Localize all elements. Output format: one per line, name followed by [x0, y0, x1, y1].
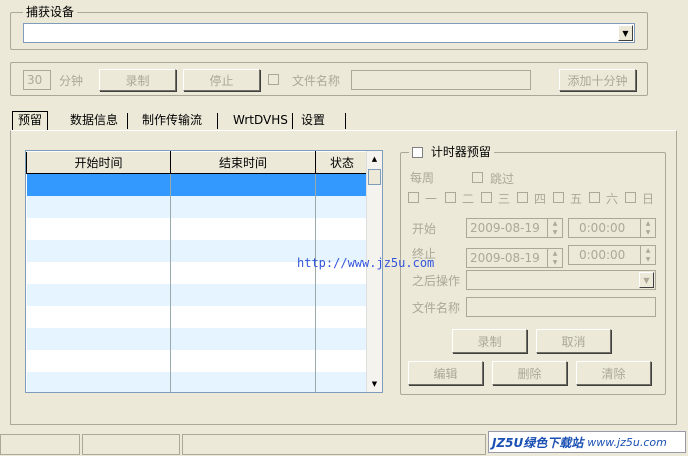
after-action-select[interactable]: ▼: [466, 270, 656, 290]
day-checkbox-fri[interactable]: [553, 192, 564, 203]
day-label-tue: 二: [462, 192, 475, 206]
day-label-sun: 日: [642, 192, 655, 206]
spin-down-icon[interactable]: ▼: [548, 258, 562, 267]
day-checkbox-thu[interactable]: [517, 192, 528, 203]
capture-device-select[interactable]: ▼: [23, 23, 635, 43]
brand-logo: JZ5U绿色下载站 www.jz5u.com: [488, 431, 686, 453]
tab-separator: [217, 113, 218, 129]
watermark-url: http://www.jz5u.com: [297, 256, 435, 270]
spin-down-icon[interactable]: ▼: [548, 228, 562, 237]
start-time-value: 0:00:00: [579, 221, 626, 235]
start-date-spinner[interactable]: ▲ ▼: [547, 219, 562, 237]
record-button[interactable]: 录制: [99, 69, 176, 91]
timer-checkbox[interactable]: [412, 147, 423, 158]
end-date-value: 2009-08-19: [470, 251, 540, 265]
chevron-down-icon[interactable]: ▼: [639, 272, 654, 288]
table-row[interactable]: [26, 327, 369, 350]
day-label-fri: 五: [570, 192, 583, 206]
skip-label: 跳过: [490, 172, 515, 186]
edit-button[interactable]: 编辑: [408, 361, 483, 385]
schedule-table[interactable]: 开始时间 结束时间 状态 ▲ ▼: [25, 150, 383, 393]
day-label-sat: 六: [606, 192, 619, 206]
table-row[interactable]: [26, 217, 369, 240]
end-date-field[interactable]: 2009-08-19 ▲ ▼: [466, 248, 563, 268]
table-row[interactable]: [26, 283, 369, 306]
table-row[interactable]: [26, 349, 369, 372]
start-label: 开始: [412, 222, 437, 236]
filename-checkbox[interactable]: [268, 74, 279, 85]
tab-make-stream[interactable]: 制作传输流: [137, 112, 207, 130]
table-row[interactable]: [26, 371, 369, 392]
end-time-spinner[interactable]: ▲ ▼: [640, 246, 655, 264]
tab-separator: [345, 113, 346, 129]
chevron-down-icon[interactable]: ▼: [618, 25, 633, 41]
spin-up-icon[interactable]: ▲: [548, 249, 562, 258]
day-checkbox-mon[interactable]: [408, 192, 419, 203]
timer-title: 计时器预留: [430, 145, 491, 159]
day-checkbox-wed[interactable]: [481, 192, 492, 203]
clear-button[interactable]: 清除: [576, 361, 651, 385]
start-date-field[interactable]: 2009-08-19 ▲ ▼: [466, 218, 563, 238]
scroll-down-icon[interactable]: ▼: [367, 376, 382, 392]
end-time-value: 0:00:00: [579, 248, 626, 262]
delete-button[interactable]: 删除: [492, 361, 567, 385]
day-label-thu: 四: [534, 192, 547, 206]
column-header-end[interactable]: 结束时间: [170, 151, 316, 174]
table-row[interactable]: [26, 195, 369, 218]
capture-device-title: 捕获设备: [23, 5, 78, 19]
spin-up-icon[interactable]: ▲: [641, 246, 655, 255]
tab-data-info[interactable]: 数据信息: [65, 112, 123, 130]
status-pane-1: [0, 434, 80, 455]
weekly-label: 每周: [410, 171, 435, 185]
timer-title-wrap: 计时器预留: [409, 145, 494, 159]
timer-filename-label: 文件名称: [412, 301, 461, 315]
minutes-input[interactable]: 30: [23, 70, 51, 90]
brand-url: www.jz5u.com: [587, 435, 667, 449]
day-checkbox-tue[interactable]: [445, 192, 456, 203]
spin-up-icon[interactable]: ▲: [548, 219, 562, 228]
table-row[interactable]: [26, 305, 369, 328]
tab-settings[interactable]: 设置: [296, 112, 330, 130]
after-action-label: 之后操作: [412, 274, 461, 288]
column-header-start[interactable]: 开始时间: [26, 151, 171, 174]
brand-name: JZ5U绿色下载站: [492, 435, 584, 450]
spin-down-icon[interactable]: ▼: [641, 228, 655, 237]
day-checkbox-sun[interactable]: [625, 192, 636, 203]
tab-wrtdvhs[interactable]: WrtDVHS: [228, 112, 293, 130]
spin-up-icon[interactable]: ▲: [641, 219, 655, 228]
scroll-thumb[interactable]: [368, 169, 381, 185]
capture-device-value: [24, 26, 28, 40]
scroll-up-icon[interactable]: ▲: [367, 151, 382, 167]
tab-separator: [127, 113, 128, 129]
table-scrollbar[interactable]: ▲ ▼: [366, 151, 382, 392]
start-time-field[interactable]: 0:00:00 ▲ ▼: [568, 218, 656, 238]
timer-filename-input[interactable]: [466, 297, 656, 317]
day-label-wed: 三: [498, 192, 511, 206]
minutes-label: 分钟: [59, 74, 84, 88]
add-ten-minutes-button[interactable]: 添加十分钟: [559, 69, 636, 91]
timer-record-button[interactable]: 录制: [452, 329, 527, 353]
start-date-value: 2009-08-19: [470, 221, 540, 235]
day-checkbox-sat[interactable]: [589, 192, 600, 203]
filename-label: 文件名称: [292, 74, 341, 88]
filename-input[interactable]: [351, 70, 531, 90]
table-row[interactable]: [26, 173, 369, 196]
column-header-status[interactable]: 状态: [315, 151, 369, 174]
status-pane-2: [82, 434, 180, 455]
stop-button[interactable]: 停止: [183, 69, 260, 91]
status-pane-3: [182, 434, 486, 455]
skip-checkbox[interactable]: [472, 172, 483, 183]
tab-separator: [292, 113, 293, 129]
tab-reserve[interactable]: 预留: [12, 111, 49, 131]
end-time-field[interactable]: 0:00:00 ▲ ▼: [568, 245, 656, 265]
day-label-mon: 一: [425, 192, 438, 206]
end-date-spinner[interactable]: ▲ ▼: [547, 249, 562, 267]
spin-down-icon[interactable]: ▼: [641, 255, 655, 264]
start-time-spinner[interactable]: ▲ ▼: [640, 219, 655, 237]
timer-cancel-button[interactable]: 取消: [536, 329, 611, 353]
